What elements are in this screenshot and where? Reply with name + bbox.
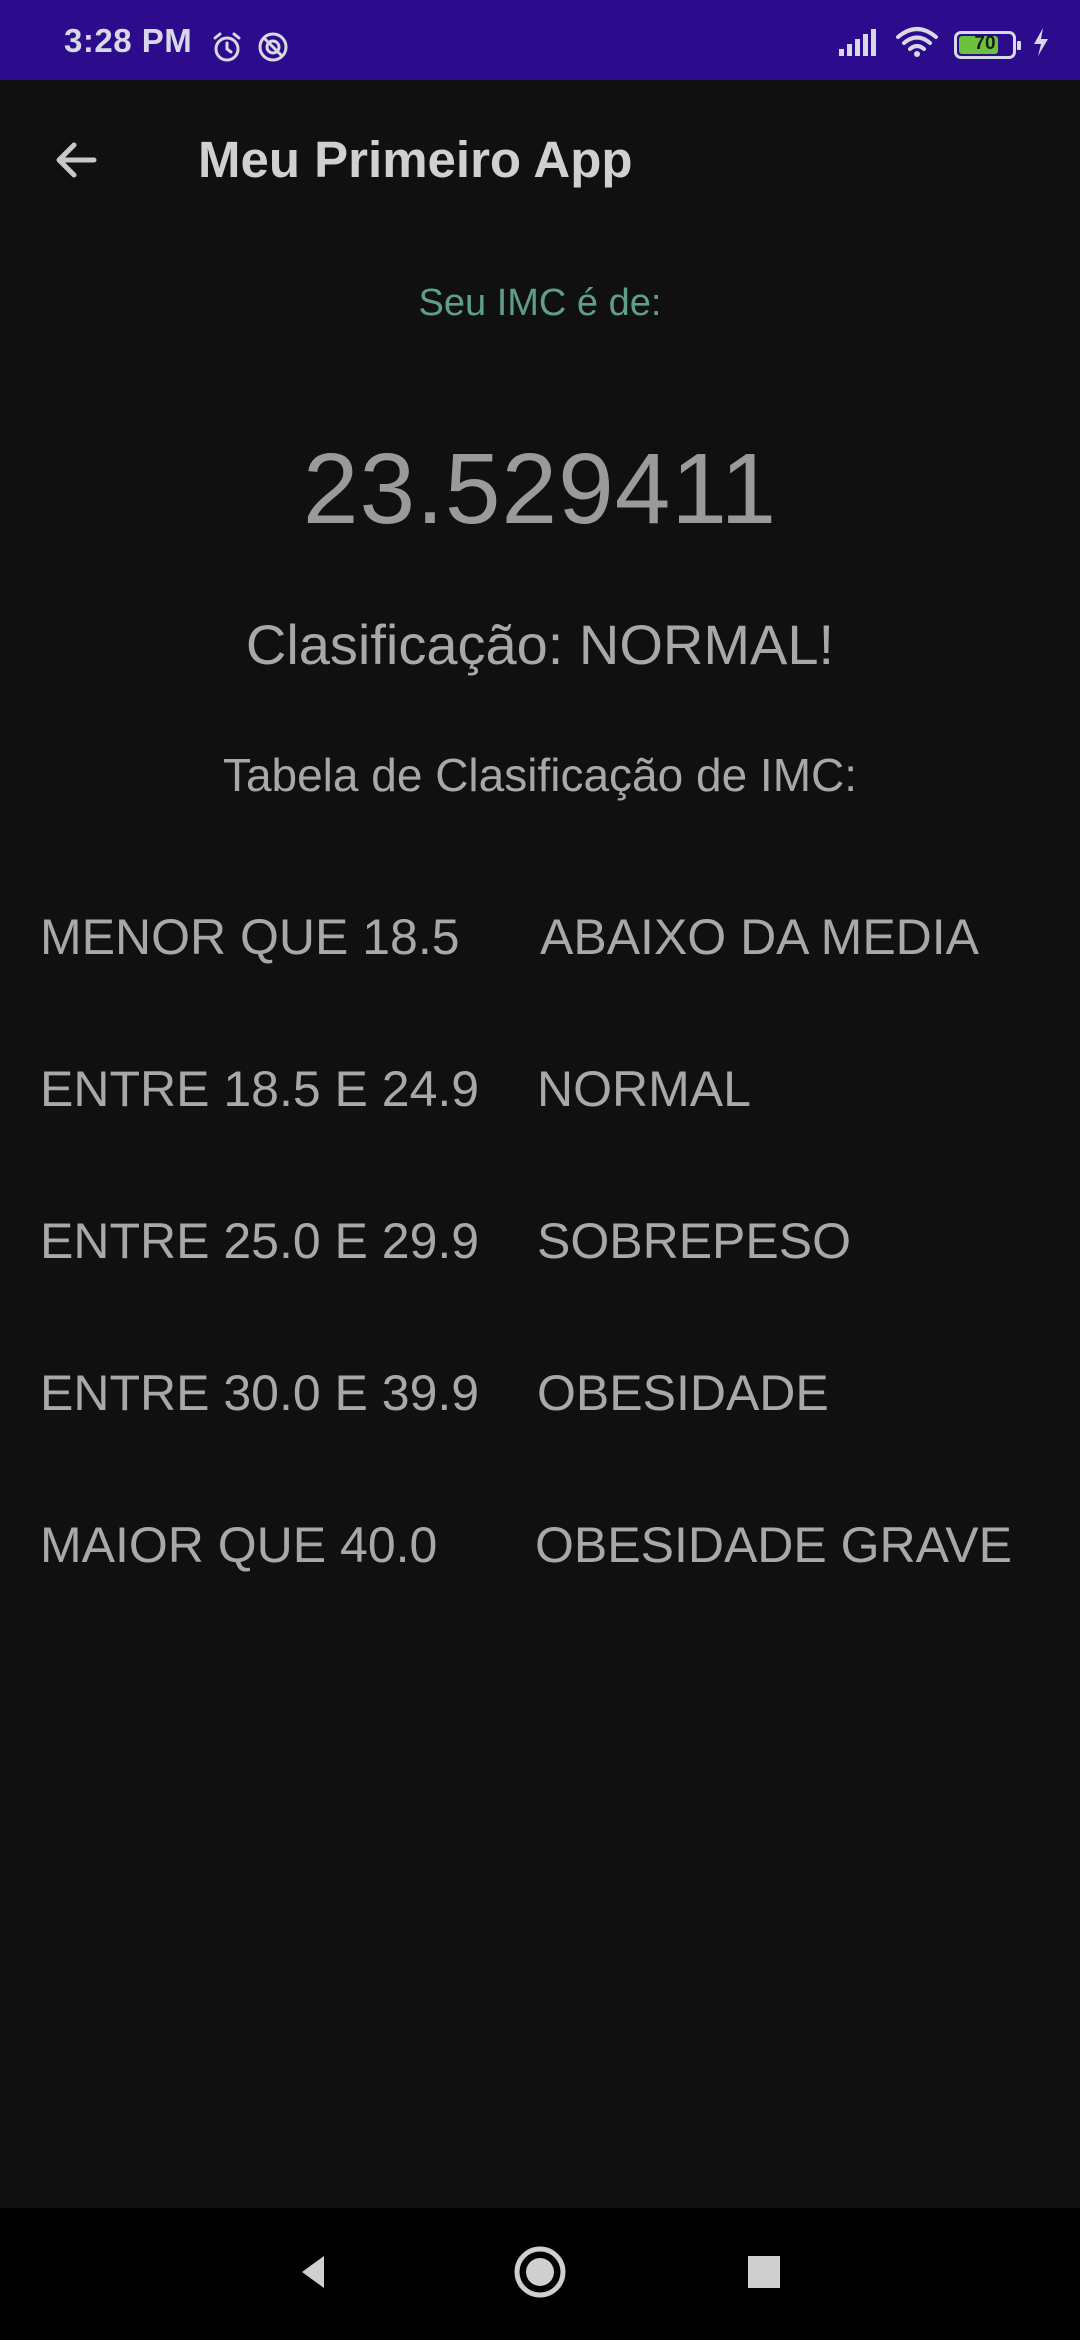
table-row: ENTRE 18.5 E 24.9 NORMAL [0,1032,1080,1184]
table-row: ENTRE 30.0 E 39.9 OBESIDADE [0,1336,1080,1488]
status-time: 3:28 PM [64,22,193,59]
navigation-bar [0,2208,1080,2340]
category-text: OBESIDADE GRAVE [535,1517,1012,1573]
charging-icon [1032,27,1050,62]
status-bar: 3:28 PM 70 [0,0,1080,80]
category-text: SOBREPESO [537,1213,851,1269]
classification-text: Clasificação: NORMAL! [245,613,835,676]
nav-home-button[interactable] [504,2238,576,2310]
back-triangle-icon [294,2252,334,2297]
table-row: MENOR QUE 18.5 ABAIXO DA MEDIA [0,880,1080,1032]
imc-label: Seu IMC é de: [418,282,662,324]
alarm-icon [210,30,244,69]
status-left-icons [210,30,290,69]
classification-table: MENOR QUE 18.5 ABAIXO DA MEDIA ENTRE 18.… [0,880,1080,1640]
status-right-icons: 70 [838,26,1050,63]
nav-recents-button[interactable] [728,2238,800,2310]
table-title: Tabela de Clasificação de IMC: [222,749,858,801]
back-button[interactable] [36,122,116,202]
app-title: Meu Primeiro App [198,131,633,188]
table-row: ENTRE 25.0 E 29.9 SOBREPESO [0,1184,1080,1336]
arrow-left-icon [50,134,102,191]
range-text: MAIOR QUE 40.0 [40,1517,438,1573]
category-text: ABAIXO DA MEDIA [540,909,980,965]
imc-value: 23.529411 [302,433,778,545]
nav-back-button[interactable] [278,2238,350,2310]
home-circle-icon [513,2245,567,2304]
category-text: NORMAL [537,1061,751,1117]
signal-icon [838,27,880,62]
range-text: ENTRE 18.5 E 24.9 [40,1061,480,1117]
range-text: ENTRE 30.0 E 39.9 [40,1365,480,1421]
battery-icon: 70 [954,30,1021,59]
range-text: MENOR QUE 18.5 [40,909,460,965]
table-row: MAIOR QUE 40.0 OBESIDADE GRAVE [0,1488,1080,1640]
range-text: ENTRE 25.0 E 29.9 [40,1213,480,1269]
recents-square-icon [745,2253,783,2296]
app-bar: Meu Primeiro App [0,80,1080,240]
wifi-icon [896,26,938,63]
category-text: OBESIDADE [537,1365,829,1421]
battery-level: 70 [974,32,996,54]
do-not-disturb-icon [256,30,290,69]
